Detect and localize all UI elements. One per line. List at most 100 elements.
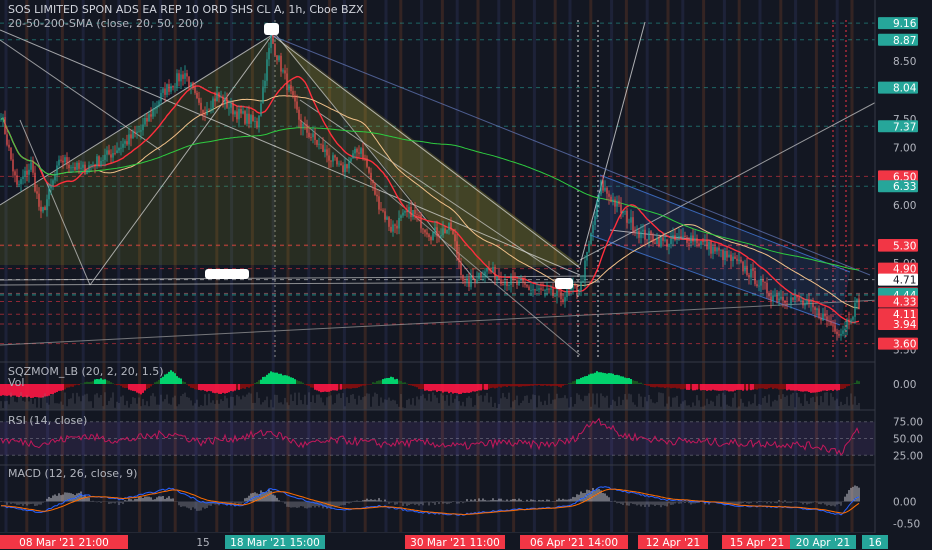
candle-body [230, 102, 232, 108]
momentum-bar [522, 384, 524, 387]
candle[interactable] [10, 147, 12, 161]
candle[interactable] [432, 231, 434, 241]
macd-histogram-bar [506, 499, 508, 502]
time-label[interactable]: 30 Mar '21 11:00 [405, 535, 505, 549]
macd-histogram-bar [624, 501, 626, 503]
price-tag[interactable]: 4.33 [878, 295, 918, 309]
time-axis[interactable]: 08 Mar '21 21:00 15 18 Mar '21 15:00 30 Mar… [0, 533, 932, 550]
volume-bar [762, 397, 764, 410]
price-tag[interactable]: 6.33 [878, 180, 918, 193]
candle-body [780, 297, 782, 299]
volume-bar [284, 397, 286, 410]
volume-bar [456, 395, 458, 410]
candle[interactable] [452, 229, 454, 235]
candle[interactable] [660, 236, 662, 249]
time-label[interactable]: 15 Apr '21 [722, 535, 792, 549]
macd-histogram-bar [392, 501, 394, 503]
sqz-legend[interactable]: SQZMOM_LB (20, 2, 20, 1.5) [8, 365, 164, 378]
macd-histogram-bar [450, 501, 452, 503]
candle-body [162, 88, 164, 93]
price-tag[interactable]: 3.60 [878, 337, 918, 351]
candle-body [672, 235, 674, 239]
macd-legend[interactable]: MACD (12, 26, close, 9) [8, 467, 137, 480]
candle-body [654, 242, 656, 244]
macd-histogram-bar [654, 501, 656, 506]
sma-legend[interactable]: 20-50-200-SMA (close, 20, 50, 200) [8, 17, 203, 30]
candle-body [714, 246, 716, 252]
volume-bar [646, 401, 648, 410]
candle[interactable] [600, 179, 602, 197]
candle[interactable] [374, 182, 376, 196]
price-tag[interactable]: 4.71 [878, 273, 918, 287]
macd-histogram-bar [154, 499, 156, 502]
rsi-legend[interactable]: RSI (14, close) [8, 414, 87, 427]
candle-body [296, 101, 298, 110]
momentum-bar [478, 384, 480, 391]
volume-bar [104, 392, 106, 410]
time-label[interactable]: 18 Mar '21 15:00 [225, 535, 325, 549]
volume-bar [154, 396, 156, 410]
macd-histogram-bar [388, 501, 390, 504]
candle[interactable] [274, 42, 276, 57]
momentum-bar [284, 375, 286, 384]
time-label-text: 15 [196, 537, 209, 549]
time-label[interactable]: 20 Apr '21 [790, 535, 856, 549]
drawing-handle[interactable] [555, 278, 573, 289]
momentum-bar [2, 384, 4, 396]
momentum-bar [322, 384, 324, 392]
macd-histogram-bar [148, 496, 150, 502]
price-axis[interactable]: 3.504.005.006.007.007.508.509.168.878.04… [874, 0, 932, 533]
candle[interactable] [590, 232, 592, 246]
macd-histogram-bar [32, 501, 34, 504]
time-label[interactable]: 16 [862, 535, 888, 549]
momentum-bar [130, 384, 132, 391]
momentum-bar [308, 384, 310, 386]
macd-histogram-bar [668, 501, 670, 504]
momentum-bar [90, 381, 92, 384]
rsi-tick-label: 50.00 [893, 434, 923, 446]
candle-body [744, 265, 746, 272]
vol-legend[interactable]: Vol [8, 376, 24, 389]
price-tag[interactable]: 5.30 [878, 239, 918, 253]
price-tag[interactable]: 9.16 [878, 17, 918, 30]
candle-body [216, 92, 218, 102]
candle-body [758, 285, 760, 287]
volume-bar [184, 392, 186, 410]
momentum-bar [224, 384, 226, 394]
time-label[interactable]: 15 [196, 537, 209, 549]
time-label[interactable]: 08 Mar '21 21:00 [0, 535, 128, 549]
time-label[interactable]: 06 Apr '21 14:00 [520, 535, 628, 549]
candle-body [168, 84, 170, 92]
candle[interactable] [98, 155, 100, 168]
candle[interactable] [244, 109, 246, 126]
volume-bar [428, 393, 430, 410]
macd-histogram-bar [602, 493, 604, 502]
volume-bar [164, 399, 166, 410]
price-tag[interactable]: 3.94 [878, 317, 918, 331]
price-tag[interactable]: 8.04 [878, 81, 918, 95]
macd-histogram-bar [378, 498, 380, 502]
volume-bar [64, 392, 66, 410]
macd-histogram-bar [532, 499, 534, 502]
momentum-bar [506, 384, 508, 387]
momentum-bar [414, 384, 416, 387]
chart-canvas[interactable]: 3.504.005.006.007.007.508.509.168.878.04… [0, 0, 932, 550]
macd-histogram-bar [846, 493, 848, 502]
volume-bar [660, 392, 662, 410]
symbol-title[interactable]: SOS LIMITED SPON ADS EA REP 10 ORD SHS C… [8, 3, 364, 16]
volume-bar [160, 394, 162, 410]
candle-body [228, 107, 230, 109]
drawing-handle[interactable] [205, 269, 249, 279]
volume-bar [156, 404, 158, 410]
time-label[interactable]: 12 Apr '21 [638, 535, 708, 549]
macd-histogram-bar [184, 501, 186, 507]
candle-body [72, 166, 74, 168]
momentum-bar [546, 384, 548, 386]
momentum-bar [550, 384, 552, 387]
candle-body [600, 180, 602, 195]
price-tag[interactable]: 8.87 [878, 33, 918, 47]
candle-body [538, 288, 540, 290]
price-tag[interactable]: 7.37 [878, 120, 918, 133]
momentum-bar [94, 379, 96, 384]
drawing-handle[interactable] [264, 23, 279, 35]
